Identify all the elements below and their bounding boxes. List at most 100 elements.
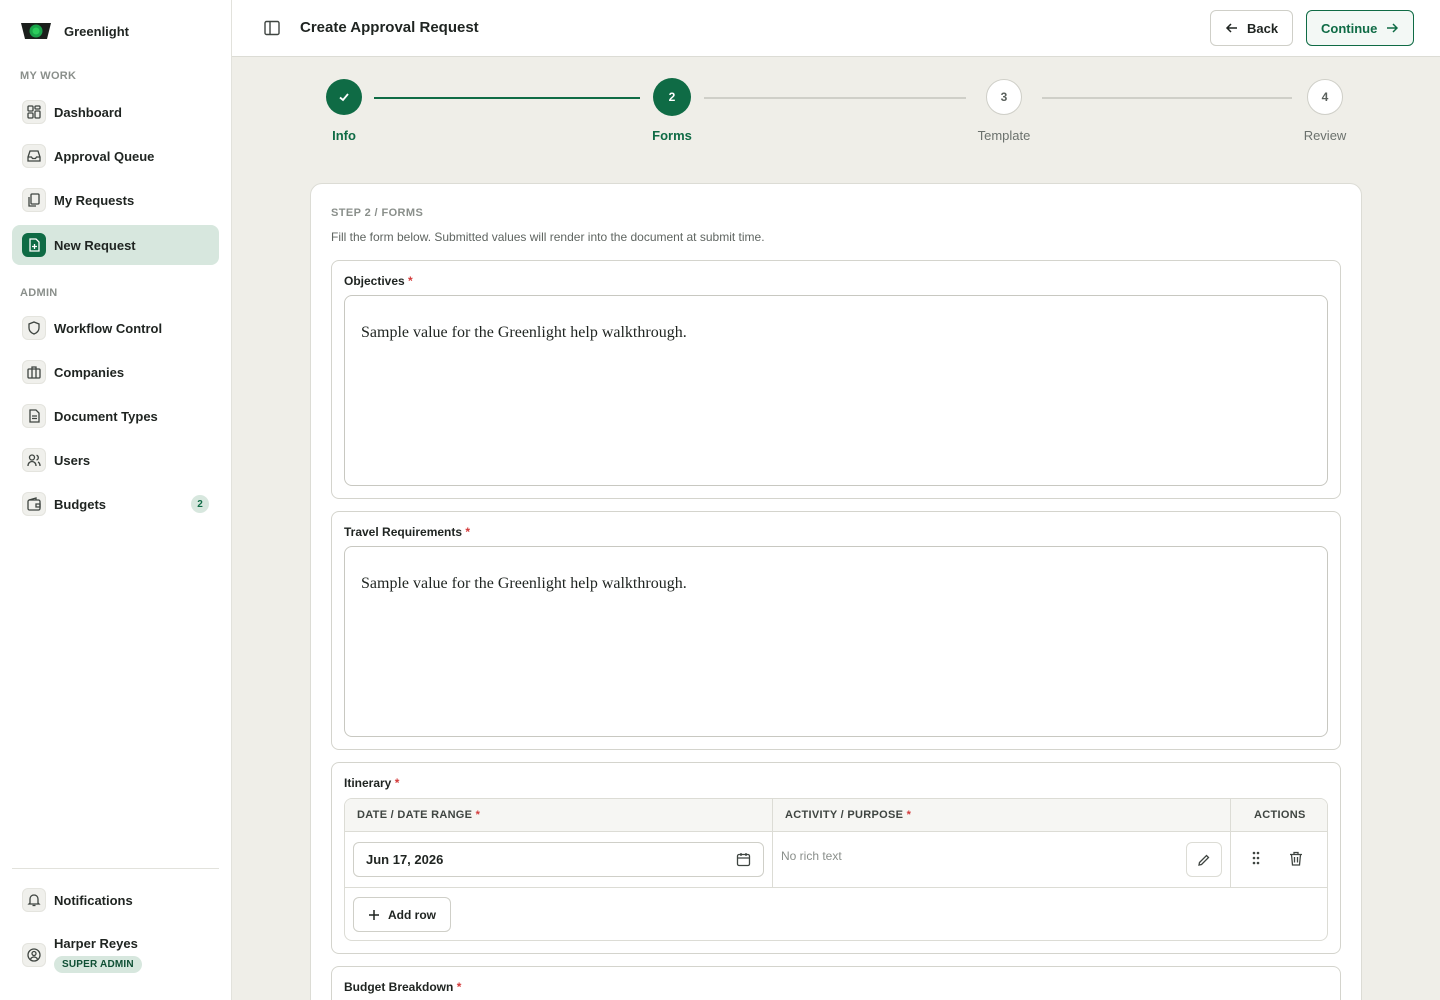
row-divider — [345, 887, 1327, 888]
top-bar: Create Approval Request Back Continue — [232, 0, 1440, 57]
travel-requirements-label-text: Travel Requirements — [344, 525, 463, 539]
user-avatar-icon — [22, 942, 46, 967]
objectives-label: Objectives * — [344, 274, 413, 288]
sidebar-item-document-types[interactable]: Document Types — [12, 396, 219, 436]
column-header-date-text: DATE / DATE RANGE — [357, 809, 473, 821]
column-header-actions: ACTIONS — [1254, 809, 1306, 821]
travel-requirements-field: Travel Requirements * Sample value for t… — [331, 511, 1341, 750]
itinerary-table: DATE / DATE RANGE * ACTIVITY / PURPOSE *… — [344, 798, 1328, 941]
objectives-editor[interactable]: Sample value for the Greenlight help wal… — [344, 295, 1328, 486]
drag-handle-icon[interactable] — [1251, 851, 1261, 865]
itinerary-field: Itinerary * DATE / DATE RANGE * ACTIVITY… — [331, 762, 1341, 954]
column-divider — [1230, 799, 1231, 888]
column-divider — [772, 799, 773, 888]
sidebar-item-label: Users — [54, 452, 91, 468]
sidebar-item-my-requests[interactable]: My Requests — [12, 180, 219, 220]
sidebar-item-label: Companies — [54, 364, 125, 380]
sidebar-item-label: Dashboard — [54, 104, 122, 120]
stepper-line — [1042, 97, 1292, 99]
column-header-activity: ACTIVITY / PURPOSE * — [785, 809, 911, 821]
column-header-date: DATE / DATE RANGE * — [357, 809, 480, 821]
activity-placeholder: No rich text — [781, 849, 842, 863]
objectives-field: Objectives * Sample value for the Greenl… — [331, 260, 1341, 499]
role-badge: SUPER ADMIN — [54, 956, 142, 973]
step-3-circle[interactable]: 3 — [986, 79, 1022, 115]
itinerary-label-text: Itinerary — [344, 776, 392, 790]
step-1-circle[interactable] — [326, 79, 362, 115]
dashboard-icon — [22, 100, 46, 124]
sidebar-toggle-icon[interactable] — [262, 18, 282, 38]
app-name: Greenlight — [64, 23, 130, 39]
stepper-line — [704, 97, 966, 99]
user-name: Harper Reyes — [54, 936, 138, 951]
document-icon — [22, 404, 46, 428]
sidebar-item-approval-queue[interactable]: Approval Queue — [12, 136, 219, 176]
shield-icon — [22, 316, 46, 340]
section-label-my-work: MY WORK — [20, 70, 77, 82]
sidebar-item-workflow-control[interactable]: Workflow Control — [12, 308, 219, 348]
budget-breakdown-label-text: Budget Breakdown — [344, 980, 454, 994]
sidebar-item-label: Workflow Control — [54, 320, 163, 336]
sidebar-item-notifications[interactable]: Notifications — [12, 880, 219, 920]
step-4-label: Review — [1303, 128, 1347, 143]
pencil-icon — [1198, 854, 1210, 866]
required-mark: * — [408, 274, 413, 288]
travel-requirements-value: Sample value for the Greenlight help wal… — [361, 575, 687, 592]
briefcase-icon — [22, 360, 46, 384]
section-label-admin: ADMIN — [20, 287, 58, 299]
bell-icon — [22, 888, 46, 912]
calendar-icon[interactable] — [736, 852, 751, 867]
step-eyebrow: STEP 2 / FORMS — [331, 207, 424, 219]
sidebar-item-dashboard[interactable]: Dashboard — [12, 92, 219, 132]
sidebar-divider — [12, 868, 219, 869]
sidebar: Greenlight MY WORK Dashboard Approval Qu… — [0, 0, 232, 1000]
user-menu[interactable]: Harper Reyes SUPER ADMIN — [22, 936, 142, 973]
column-header-activity-text: ACTIVITY / PURPOSE — [785, 809, 904, 821]
budget-breakdown-label: Budget Breakdown * — [344, 980, 461, 994]
file-plus-icon — [22, 233, 46, 257]
sidebar-item-label: Notifications — [54, 892, 133, 908]
sidebar-item-label: Approval Queue — [54, 148, 155, 164]
step-4-circle[interactable]: 4 — [1307, 79, 1343, 115]
stepper-line-complete — [374, 97, 640, 99]
plus-icon — [369, 909, 379, 920]
wallet-icon — [22, 492, 46, 516]
required-mark: * — [465, 525, 471, 539]
sidebar-item-label: Document Types — [54, 408, 158, 424]
objectives-label-text: Objectives — [344, 274, 405, 288]
trash-icon[interactable] — [1289, 851, 1303, 866]
step-2-label: Forms — [652, 128, 692, 143]
step-2-circle[interactable]: 2 — [653, 78, 691, 116]
greenlight-logo-icon — [21, 23, 51, 39]
edit-activity-button[interactable] — [1186, 842, 1222, 877]
page-title: Create Approval Request — [300, 19, 479, 36]
users-icon — [22, 448, 46, 472]
sidebar-item-users[interactable]: Users — [12, 440, 219, 480]
date-range-input[interactable]: Jun 17, 2026 — [353, 842, 764, 877]
itinerary-label: Itinerary * — [344, 776, 399, 790]
sidebar-item-companies[interactable]: Companies — [12, 352, 219, 392]
back-button[interactable]: Back — [1210, 10, 1294, 46]
required-mark: * — [394, 776, 400, 790]
add-row-button[interactable]: Add row — [353, 897, 451, 932]
date-value: Jun 17, 2026 — [366, 852, 444, 867]
continue-button-label: Continue — [1321, 20, 1378, 36]
sidebar-item-label: Budgets — [54, 496, 106, 512]
arrow-right-icon — [1387, 23, 1399, 33]
required-mark: * — [475, 809, 481, 821]
required-mark: * — [456, 980, 462, 994]
sidebar-item-budgets[interactable]: Budgets 2 — [12, 484, 219, 524]
continue-button[interactable]: Continue — [1306, 10, 1415, 46]
travel-requirements-label: Travel Requirements * — [344, 525, 470, 539]
brand[interactable]: Greenlight — [20, 20, 129, 42]
sidebar-item-new-request[interactable]: New Request — [12, 225, 219, 265]
travel-requirements-editor[interactable]: Sample value for the Greenlight help wal… — [344, 546, 1328, 737]
objectives-value: Sample value for the Greenlight help wal… — [361, 324, 687, 341]
sidebar-item-label: New Request — [54, 237, 136, 253]
budget-breakdown-field: Budget Breakdown * — [331, 966, 1341, 1000]
add-row-label: Add row — [388, 907, 436, 922]
inbox-icon — [22, 144, 46, 168]
step-1-label: Info — [332, 128, 356, 143]
arrow-left-icon — [1225, 23, 1237, 33]
check-icon — [339, 93, 349, 102]
